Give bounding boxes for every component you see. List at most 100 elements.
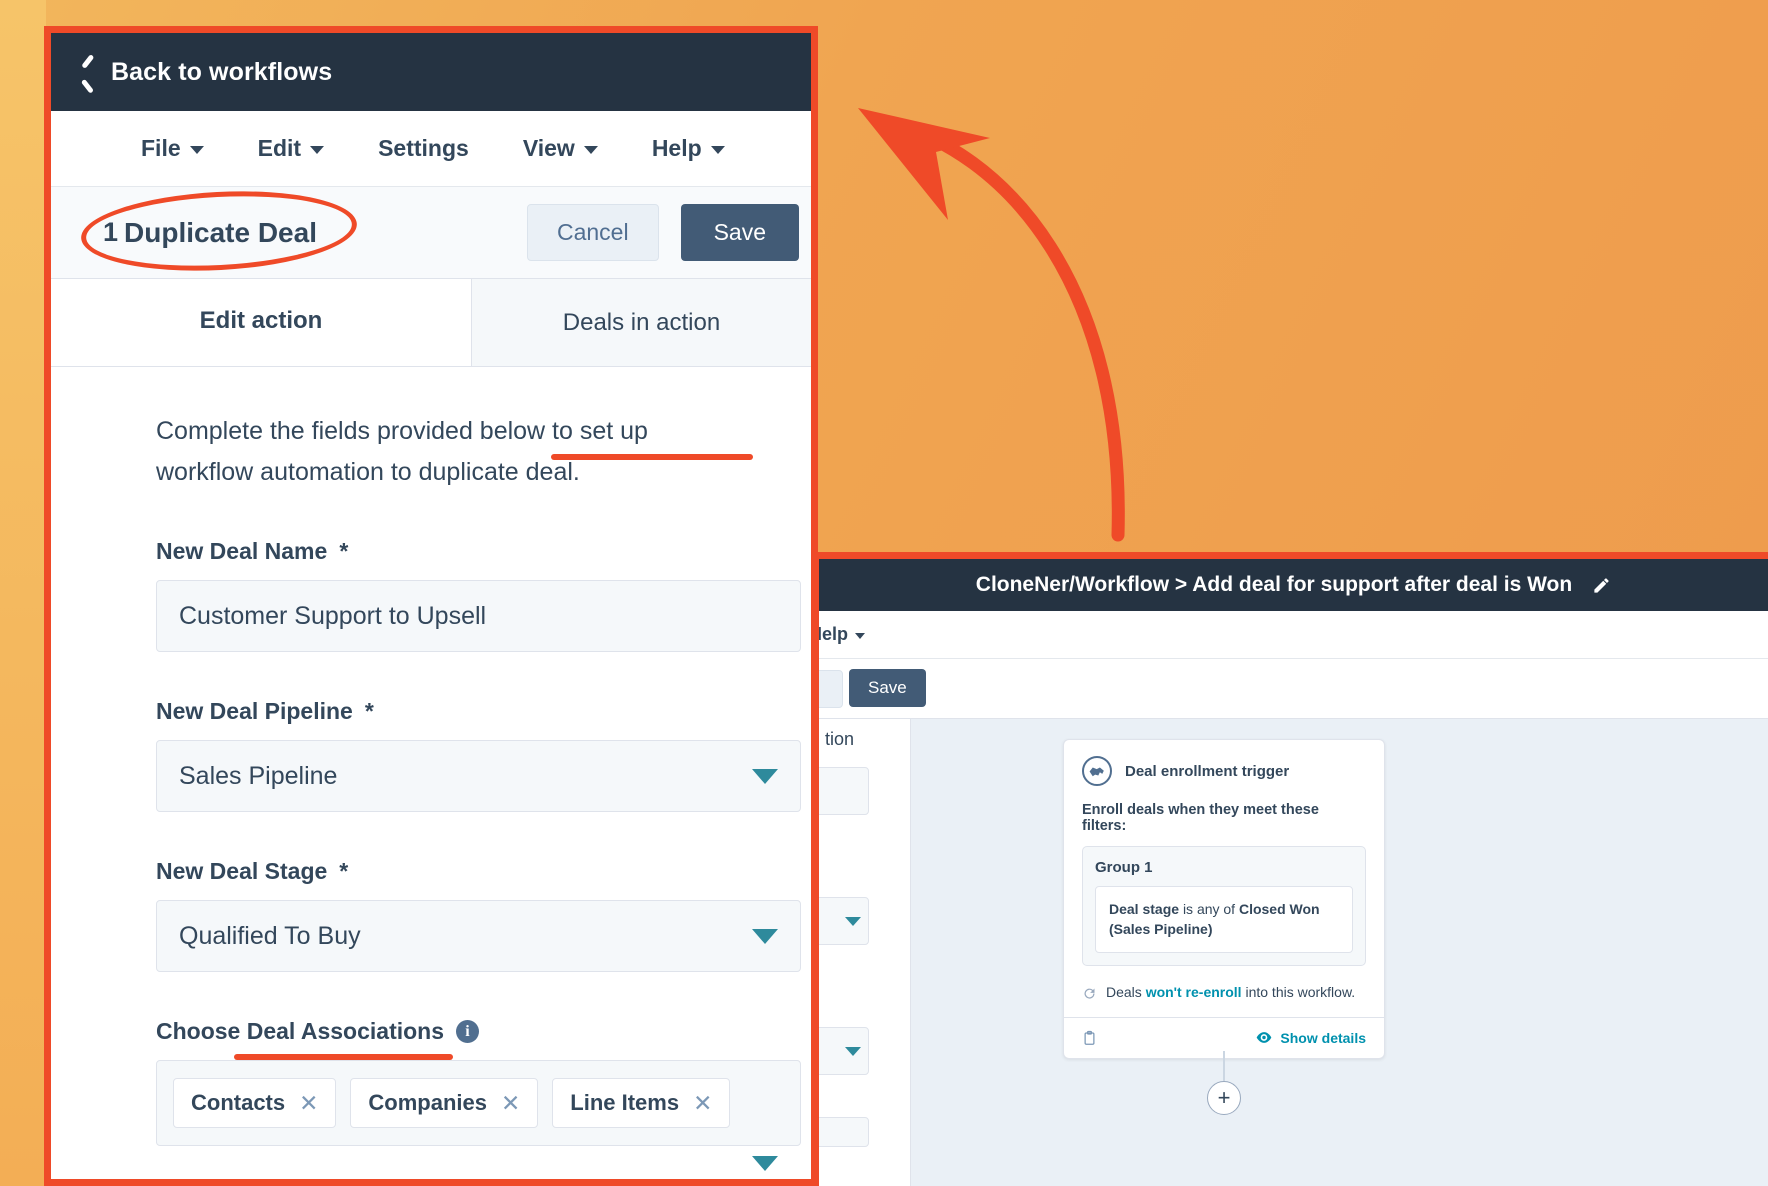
menu-label-settings: Settings	[378, 135, 469, 161]
handshake-icon	[1082, 756, 1112, 786]
breadcrumb: CloneNer/Workflow > Add deal for support…	[975, 573, 1573, 596]
close-icon[interactable]: ✕	[693, 1091, 712, 1115]
intro-description: Complete the fields provided below to se…	[51, 411, 811, 492]
cancel-button-partial[interactable]	[819, 670, 843, 708]
field-label-new-deal-pipeline: New Deal Pipeline *	[156, 698, 811, 725]
eye-icon	[1257, 1032, 1272, 1043]
field-new-deal-stage: New Deal Stage * Qualified To Buy	[51, 858, 811, 972]
chevron-down-icon[interactable]	[752, 1156, 778, 1171]
menu-item-help[interactable]: Help	[812, 624, 866, 645]
field-label-new-deal-stage: New Deal Stage *	[156, 858, 811, 885]
page-title: Duplicate Deal	[124, 216, 317, 248]
chip-label: Companies	[368, 1090, 487, 1115]
menu-label-file: File	[141, 135, 181, 161]
refresh-icon	[1084, 988, 1095, 999]
trigger-card-header: Deal enrollment trigger	[1064, 740, 1384, 792]
menu-label-view: View	[522, 135, 575, 161]
selected-value: Qualified To Buy	[179, 921, 361, 950]
chevron-down-icon	[189, 146, 204, 154]
info-icon[interactable]: i	[456, 1020, 480, 1043]
new-deal-name-input[interactable]: Customer Support to Upsell	[156, 580, 801, 652]
menu-label-help: Help	[812, 624, 849, 644]
chip-contacts[interactable]: Contacts ✕	[173, 1078, 337, 1128]
workflow-canvas: Deal enrollment trigger Enroll deals whe…	[911, 719, 1768, 1186]
menu-item-edit[interactable]: Edit	[257, 135, 325, 162]
tab-label-partial: tion	[825, 729, 855, 749]
trigger-card-title: Deal enrollment trigger	[1125, 762, 1290, 780]
tab-edit-action[interactable]: Edit action	[51, 279, 471, 366]
save-button[interactable]: Save	[680, 204, 799, 261]
window-topbar: Back to workflows	[51, 33, 811, 111]
label-text: New Deal Name	[156, 538, 328, 564]
field-new-deal-name: New Deal Name * Customer Support to Upse…	[51, 538, 811, 652]
required-marker: *	[339, 538, 349, 564]
filter-group-1: Group 1 Deal stage is any of Closed Won …	[1082, 846, 1366, 966]
chevron-down-icon	[752, 928, 778, 944]
required-marker: *	[364, 698, 374, 724]
action-title-row: 1 Duplicate Deal Cancel Save	[51, 184, 811, 279]
back-to-workflows-link[interactable]: Back to workflows	[111, 58, 332, 87]
chevron-down-icon	[752, 768, 778, 784]
reenroll-accent: won't re-enroll	[1145, 983, 1242, 1000]
workflow-action-window: Back to workflows File Edit Settings Vie…	[44, 26, 818, 1186]
form-select-partial[interactable]	[819, 1027, 869, 1075]
form-body: Complete the fields provided below to se…	[51, 367, 811, 1171]
reenroll-suffix: into this workflow.	[1241, 983, 1356, 1000]
chevron-down-icon	[710, 146, 725, 154]
filter-group-title: Group 1	[1095, 859, 1153, 876]
label-text: Choose Deal Associations	[156, 1018, 445, 1044]
new-deal-stage-select[interactable]: Qualified To Buy	[156, 900, 801, 972]
filter-operator: is any of	[1182, 901, 1236, 917]
trigger-card-subtitle: Enroll deals when they meet these filter…	[1082, 802, 1319, 834]
right-window-topbar: CloneNer/Workflow > Add deal for support…	[819, 559, 1768, 611]
action-index-number: 1	[103, 217, 119, 247]
background-left-strip	[0, 0, 46, 1186]
cancel-button[interactable]: Cancel	[526, 204, 659, 261]
menu-label-edit: Edit	[257, 135, 302, 161]
save-button[interactable]: Save	[849, 669, 926, 707]
reenrollment-text: Deals won't re-enroll into this workflow…	[1106, 984, 1355, 1000]
chip-label: Line Items	[570, 1090, 680, 1115]
menu-item-settings[interactable]: Settings	[378, 135, 469, 162]
form-input-partial[interactable]	[819, 767, 869, 815]
form-select-partial[interactable]	[819, 897, 869, 945]
red-underline-annotation	[551, 454, 753, 460]
chevron-down-icon	[855, 632, 866, 639]
right-toolbar: Save	[819, 659, 1768, 719]
label-text: New Deal Pipeline	[156, 698, 353, 724]
menu-bar: File Edit Settings View Help	[51, 111, 811, 187]
pencil-edit-icon[interactable]	[1592, 576, 1611, 595]
workflow-connector-line	[1223, 1051, 1225, 1085]
field-label-new-deal-name: New Deal Name *	[156, 538, 811, 565]
chip-line-items[interactable]: Line Items ✕	[552, 1078, 731, 1128]
menu-label-help: Help	[651, 135, 702, 161]
clipboard-icon[interactable]	[1082, 1029, 1097, 1047]
chip-label: Contacts	[191, 1090, 286, 1115]
selected-value: Sales Pipeline	[179, 761, 338, 790]
right-content-area: tion Deal enrollment trigger Enroll deal…	[819, 719, 1768, 1186]
deal-enrollment-trigger-card[interactable]: Deal enrollment trigger Enroll deals whe…	[1063, 739, 1385, 1059]
menu-item-view[interactable]: View	[523, 135, 598, 162]
deal-associations-multiselect[interactable]: Contacts ✕ Companies ✕ Line Items ✕	[156, 1060, 801, 1171]
right-menu-bar: Help	[819, 611, 1768, 659]
reenroll-prefix: Deals	[1106, 983, 1146, 1000]
show-details-label: Show details	[1280, 1029, 1366, 1046]
chip-companies[interactable]: Companies ✕	[350, 1078, 539, 1128]
new-deal-pipeline-select[interactable]: Sales Pipeline	[156, 740, 801, 812]
field-label-deal-associations: Choose Deal Associations i	[156, 1018, 811, 1060]
reenrollment-status: Deals won't re-enroll into this workflow…	[1064, 966, 1384, 1017]
tab-bar: Edit action Deals in action	[51, 279, 811, 367]
chevron-down-icon	[583, 146, 598, 154]
chevron-left-icon[interactable]	[79, 59, 94, 85]
filter-condition-row[interactable]: Deal stage is any of Closed Won (Sales P…	[1095, 886, 1353, 953]
close-icon[interactable]: ✕	[501, 1091, 520, 1115]
chevron-down-icon	[845, 1047, 861, 1056]
menu-item-file[interactable]: File	[141, 135, 204, 162]
menu-item-help[interactable]: Help	[652, 135, 725, 162]
show-details-button[interactable]: Show details	[1256, 1030, 1366, 1046]
form-field-partial[interactable]	[819, 1117, 869, 1147]
add-workflow-step-button[interactable]: +	[1207, 1081, 1241, 1115]
close-icon[interactable]: ✕	[299, 1091, 318, 1115]
chevron-down-icon	[310, 146, 325, 154]
tab-deals-in-action[interactable]: Deals in action	[471, 279, 811, 366]
